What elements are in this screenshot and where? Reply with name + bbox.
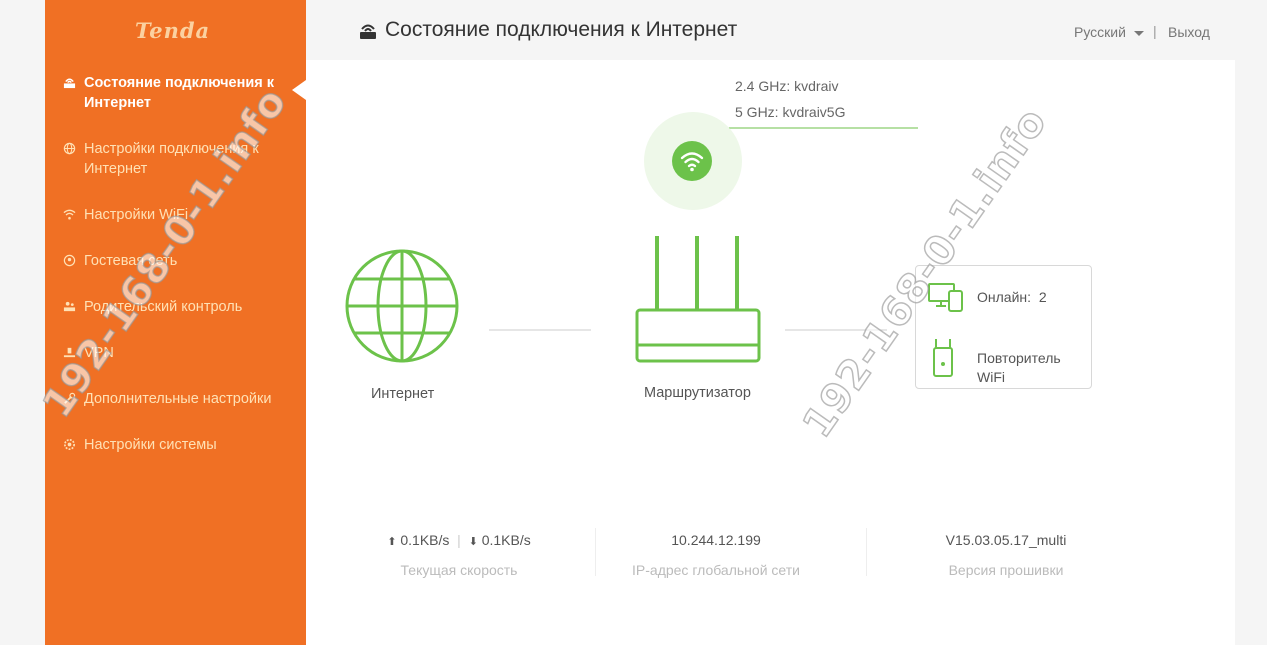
wan-ip-caption: IP-адрес глобальной сети	[632, 562, 800, 578]
wifi-icon	[63, 209, 76, 220]
download-arrow-icon: ⬇	[468, 536, 478, 548]
current-speed: ⬆ 0.1KB/s | ⬇ 0.1KB/s	[376, 532, 542, 548]
online-clients: Онлайн: 2	[977, 288, 1047, 307]
main-content: 2.4 GHz: kvdraiv 5 GHz: kvdraiv5G Интерн…	[306, 60, 1235, 645]
router-label: Маршрутизатор	[644, 385, 751, 401]
upload-speed: 0.1KB/s	[400, 532, 450, 548]
page-title: Состояние подключения к Интернет	[385, 18, 738, 41]
router-icon	[635, 236, 761, 363]
speed-caption: Текущая скорость	[400, 562, 518, 578]
online-count: 2	[1038, 289, 1047, 305]
sidebar-item-label: Настройки системы	[84, 437, 217, 453]
stat-divider	[595, 528, 596, 576]
repeater-label: Повторитель WiFi	[977, 350, 1061, 385]
language-select[interactable]: Русский	[1074, 24, 1144, 40]
upload-arrow-icon: ⬆	[387, 536, 397, 548]
parental-control-icon	[63, 301, 76, 312]
guest-network-icon	[63, 254, 76, 267]
stat-divider	[866, 528, 867, 576]
header-separator: |	[1153, 23, 1157, 39]
sidebar-item-label: Дополнительные настройки	[84, 391, 272, 407]
download-speed: 0.1KB/s	[481, 532, 531, 548]
globe-icon	[63, 142, 76, 155]
chevron-down-icon	[1133, 30, 1144, 36]
online-label: Онлайн:	[977, 289, 1032, 305]
sidebar-item-advanced-settings[interactable]: Дополнительные настройки	[63, 389, 299, 409]
router-status-icon	[360, 24, 376, 39]
language-label: Русский	[1074, 24, 1126, 40]
speed-separator: |	[457, 532, 461, 548]
logout-link[interactable]: Выход	[1168, 24, 1210, 40]
tenda-logo: Tenda	[135, 18, 211, 43]
repeater-icon	[933, 339, 953, 377]
right-gutter	[1235, 0, 1267, 645]
system-settings-icon	[64, 439, 75, 450]
internet-label: Интернет	[371, 386, 435, 402]
network-diagram	[345, 236, 887, 363]
top-header: Состояние подключения к Интернет Русский…	[306, 0, 1235, 60]
sidebar-item-system-settings[interactable]: Настройки системы	[63, 435, 299, 455]
active-indicator	[292, 80, 306, 100]
firmware-caption: Версия прошивки	[948, 562, 1064, 578]
router-status-icon	[63, 78, 76, 89]
wan-ip: 10.244.12.199	[671, 532, 761, 548]
internet-globe-icon	[345, 249, 459, 363]
firmware-version: V15.03.05.17_multi	[945, 532, 1067, 548]
left-gutter	[0, 0, 45, 645]
